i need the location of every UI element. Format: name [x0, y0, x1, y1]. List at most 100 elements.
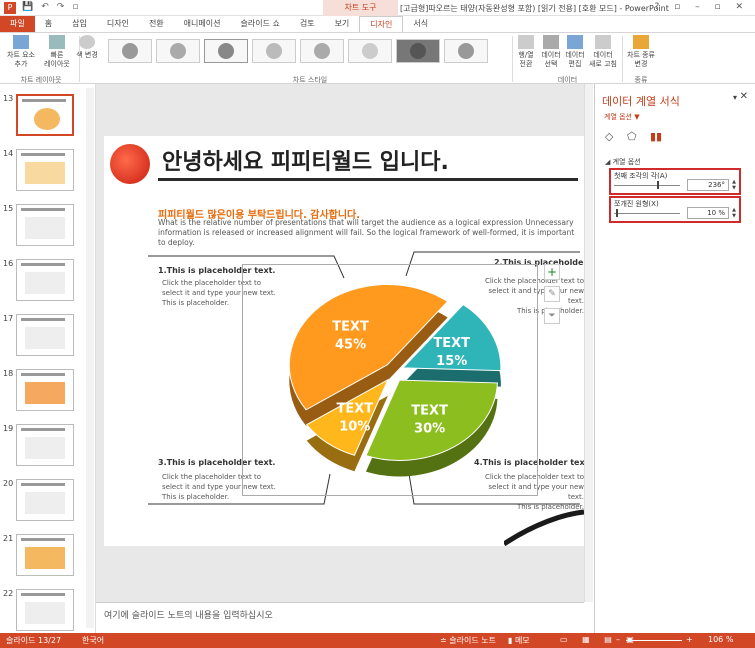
thumb-title: [21, 428, 65, 431]
tab-home[interactable]: 홈: [35, 16, 62, 32]
pie-explosion-slider[interactable]: [615, 209, 618, 217]
zoom-out-icon[interactable]: –: [616, 635, 620, 644]
slide-number: 19: [3, 424, 14, 433]
tab-view[interactable]: 보기: [325, 16, 360, 32]
chart-styles-brush-icon[interactable]: ✎: [544, 286, 560, 302]
editor-scrollbar[interactable]: [584, 84, 593, 602]
change-chart-type-label: 차트 종류 변경: [627, 51, 655, 68]
chart-style-2[interactable]: [156, 39, 200, 63]
slide-thumb-18[interactable]: [16, 369, 74, 411]
slide-title[interactable]: 안녕하세요 피피티월드 입니다.: [162, 144, 449, 176]
quick-access-toolbar: 💾 ↶ ↷ ▫: [22, 2, 78, 12]
refresh-data-button[interactable]: 데이터 새로 고침: [586, 35, 620, 69]
notes-pane[interactable]: 여기에 슬라이드 노트의 내용을 입력하십시오: [96, 602, 584, 633]
pie-explosion-spinner[interactable]: ▲ ▼: [732, 207, 736, 219]
panel-menu-chevron-icon[interactable]: ▾: [733, 93, 737, 102]
window-title: [고급형]따오르는 태양(자동완성형 포함) [읽기 전용] [호환 모드] -…: [400, 4, 669, 13]
tab-review[interactable]: 검토: [290, 16, 325, 32]
pie-explosion-track[interactable]: [614, 213, 680, 214]
slide-thumb-20[interactable]: [16, 479, 74, 521]
zoom-in-icon[interactable]: +: [686, 635, 693, 644]
chart-style-5[interactable]: [300, 39, 344, 63]
slide-thumb-17[interactable]: [16, 314, 74, 356]
switch-icon: [518, 35, 534, 49]
first-slice-angle-slider[interactable]: [657, 181, 660, 189]
pie-explosion-field: 쪼개진 원형(X) 10 % ▲ ▼: [609, 196, 741, 223]
chart-style-6[interactable]: [348, 39, 392, 63]
slide-thumb-13[interactable]: [16, 94, 74, 136]
first-slice-angle-input[interactable]: 236°: [687, 179, 729, 191]
tab-chart-format[interactable]: 서식: [403, 16, 438, 32]
thumb-content: [25, 272, 65, 294]
slide-thumb-21[interactable]: [16, 534, 74, 576]
thumb-title: [21, 153, 65, 156]
pie-explosion-label: 쪼개진 원형(X): [614, 200, 659, 208]
tab-file[interactable]: 파일: [0, 16, 35, 32]
thumb-title: [22, 99, 66, 102]
pie-explosion-input[interactable]: 10 %: [687, 207, 729, 219]
thumb-content: [25, 382, 65, 404]
first-slice-angle-field: 첫째 조각의 각(A) 236° ▲ ▼: [609, 168, 741, 195]
chart-element-icon: [13, 35, 29, 49]
effects-icon[interactable]: ⬠: [627, 130, 637, 143]
first-slice-angle-spinner[interactable]: ▲ ▼: [732, 179, 736, 191]
start-slideshow-icon[interactable]: ▫: [72, 2, 78, 12]
notes-toggle[interactable]: ≐ 슬라이드 노트: [440, 635, 496, 646]
edit-data-button[interactable]: 데이터 편집: [562, 35, 588, 69]
chart-style-1[interactable]: [108, 39, 152, 63]
undo-icon[interactable]: ↶: [41, 2, 49, 12]
brush-stroke: [504, 509, 584, 546]
chart-filter-icon[interactable]: ⏷: [544, 308, 560, 324]
title-underline: [158, 178, 578, 181]
chart-style-4[interactable]: [252, 39, 296, 63]
change-colors-button[interactable]: 색 변경: [70, 35, 104, 60]
tab-slideshow[interactable]: 슬라이드 쇼: [230, 16, 289, 32]
fill-line-icon[interactable]: ◇: [605, 130, 613, 143]
thumb-content: [25, 492, 65, 514]
save-icon[interactable]: 💾: [22, 2, 33, 12]
thumb-pie: [34, 108, 60, 130]
language-indicator[interactable]: 한국어: [82, 635, 104, 646]
slide-thumb-14[interactable]: [16, 149, 74, 191]
tab-transitions[interactable]: 전환: [139, 16, 174, 32]
chart-style-7[interactable]: [396, 39, 440, 63]
slide-number: 20: [3, 479, 14, 488]
slide-thumb-19[interactable]: [16, 424, 74, 466]
zoom-level[interactable]: 106 %: [708, 635, 733, 644]
first-slice-angle-track[interactable]: [614, 185, 680, 186]
ribbon: 차트 요소 추가 빠른 레이아웃 차트 레이아웃 색 변경 차트 스타일 행/열…: [0, 32, 755, 84]
slide-thumb-16[interactable]: [16, 259, 74, 301]
comments-toggle[interactable]: ▮ 메모: [508, 635, 530, 646]
series-options-icon[interactable]: ▮▮: [650, 130, 662, 143]
section-series-options[interactable]: ◢ 계열 옵션: [605, 157, 641, 167]
slide-thumb-22[interactable]: [16, 589, 74, 631]
thumbnail-scrollbar[interactable]: [86, 88, 94, 628]
thumb-content: [25, 602, 65, 624]
tab-animations[interactable]: 애니메이션: [174, 16, 231, 32]
format-data-series-panel: 데이터 계열 서식 ▾ ✕ 계열 옵션 ▼ ◇ ⬠ ▮▮ ◢ 계열 옵션 첫째 …: [594, 84, 755, 633]
slide-number: 15: [3, 204, 14, 213]
window-controls[interactable]: ? ▫ – ▫ ✕: [655, 2, 749, 12]
color-palette-icon: [79, 35, 95, 49]
chart-style-8[interactable]: [444, 39, 488, 63]
pie-slice-2[interactable]: [365, 379, 498, 461]
status-bar: 슬라이드 13/27 한국어 ≐ 슬라이드 노트 ▮ 메모 ▭ ▦ ▤ ▣ – …: [0, 633, 755, 648]
series-options-dropdown[interactable]: 계열 옵션 ▼: [604, 112, 640, 122]
ribbon-tabs: 파일 홈 삽입 디자인 전환 애니메이션 슬라이드 쇼 검토 보기 디자인 서식: [0, 16, 755, 32]
tab-design[interactable]: 디자인: [97, 16, 139, 32]
tab-insert[interactable]: 삽입: [62, 16, 97, 32]
tab-chart-design[interactable]: 디자인: [359, 16, 404, 32]
chart-elements-plus-icon[interactable]: +: [544, 264, 560, 280]
slide-thumb-15[interactable]: [16, 204, 74, 246]
pie-style-icon: [458, 43, 474, 59]
redo-icon[interactable]: ↷: [57, 2, 65, 12]
change-chart-type-button[interactable]: 차트 종류 변경: [622, 35, 660, 69]
pie-chart[interactable]: TEXT 45% TEXT 15% TEXT 30% TEXT 10%: [244, 266, 538, 496]
slide-body[interactable]: What is the relative number of presentat…: [158, 218, 578, 248]
select-data-button[interactable]: 데이터 선택: [538, 35, 564, 69]
zoom-slider[interactable]: [626, 640, 682, 641]
chart-style-3[interactable]: [204, 39, 248, 63]
add-chart-element-button[interactable]: 차트 요소 추가: [2, 35, 40, 69]
switch-row-column-button[interactable]: 행/열 전환: [513, 35, 539, 69]
close-icon[interactable]: ✕: [740, 91, 748, 102]
